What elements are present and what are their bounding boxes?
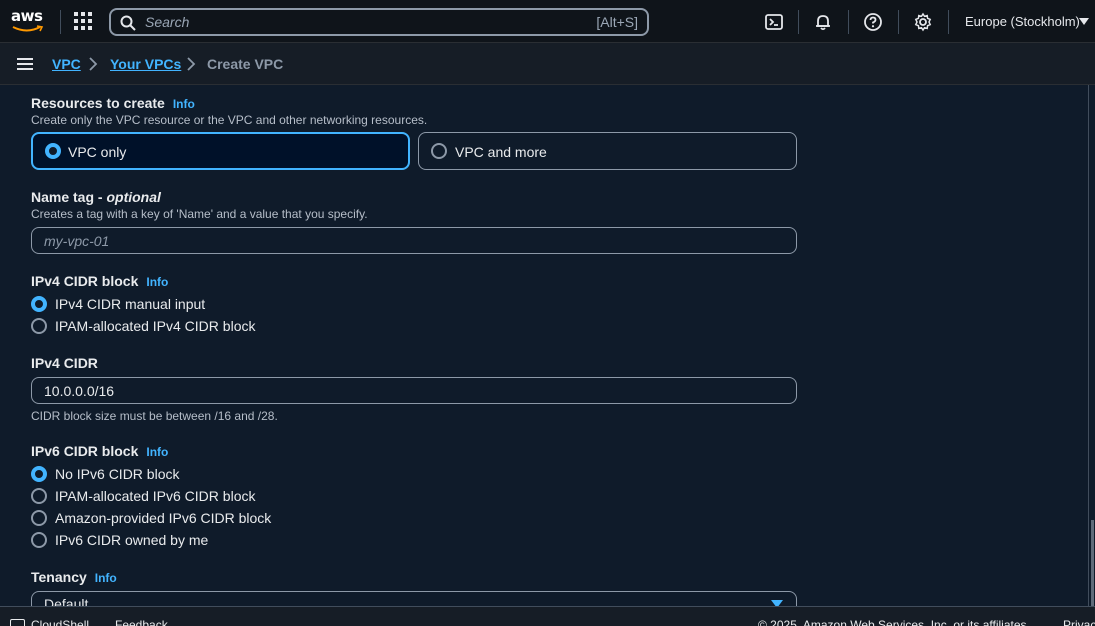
scrollbar-thumb[interactable] — [1091, 520, 1094, 606]
footer: CloudShell Feedback © 2025, Amazon Web S… — [0, 606, 1095, 626]
cloudshell-icon[interactable] — [10, 619, 25, 626]
divider — [798, 10, 799, 34]
name-tag-label: Name tag - optional — [31, 189, 161, 205]
top-navigation-bar: aws [Alt+S] Euro — [0, 0, 1095, 43]
chevron-right-icon — [187, 57, 196, 71]
tile-vpc-and-more[interactable]: VPC and more — [418, 132, 797, 170]
radio-vpc-only[interactable] — [45, 143, 61, 159]
search-box[interactable]: [Alt+S] — [109, 8, 649, 36]
tile-vpc-only[interactable]: VPC only — [31, 132, 410, 170]
breadcrumb-current: Create VPC — [207, 56, 284, 72]
name-tag-label-text: Name tag - — [31, 189, 107, 205]
divider — [948, 10, 949, 34]
ipv4-block-label: IPv4 CIDR block Info — [31, 273, 168, 289]
tenancy-info-link[interactable]: Info — [95, 571, 117, 585]
aws-logo[interactable]: aws — [11, 9, 45, 35]
breadcrumb-your-vpcs[interactable]: Your VPCs — [110, 56, 181, 72]
bell-icon[interactable] — [813, 12, 833, 32]
divider — [60, 10, 61, 34]
radio-ipv4-ipam[interactable] — [31, 318, 47, 334]
radio-ipv6-amazon[interactable] — [31, 510, 47, 526]
resources-description: Create only the VPC resource or the VPC … — [31, 113, 428, 127]
radio-ipv6-ipam[interactable] — [31, 488, 47, 504]
search-icon — [120, 15, 136, 31]
name-tag-field[interactable] — [31, 227, 797, 254]
radio-ipv4-ipam-label[interactable]: IPAM-allocated IPv4 CIDR block — [55, 318, 255, 334]
aws-smile-icon — [12, 25, 44, 32]
gear-icon[interactable] — [913, 12, 933, 32]
divider — [898, 10, 899, 34]
ipv6-block-label-text: IPv6 CIDR block — [31, 443, 139, 459]
breadcrumb-vpc[interactable]: VPC — [52, 56, 81, 72]
name-tag-input[interactable] — [44, 232, 744, 250]
radio-ipv6-amazon-label[interactable]: Amazon-provided IPv6 CIDR block — [55, 510, 271, 526]
search-shortcut: [Alt+S] — [596, 14, 638, 30]
footer-copyright: © 2025, Amazon Web Services, Inc. or its… — [758, 618, 1030, 626]
radio-no-ipv6-label[interactable]: No IPv6 CIDR block — [55, 466, 179, 482]
tenancy-label: Tenancy Info — [31, 569, 117, 585]
services-grid-icon[interactable] — [74, 12, 92, 30]
radio-ipv6-owned[interactable] — [31, 532, 47, 548]
resources-info-link[interactable]: Info — [173, 97, 195, 111]
chevron-right-icon — [89, 57, 98, 71]
tenancy-label-text: Tenancy — [31, 569, 87, 585]
aws-logo-text: aws — [11, 7, 43, 25]
ipv4-cidr-input[interactable] — [44, 382, 744, 400]
name-tag-optional: optional — [106, 189, 161, 205]
name-tag-description: Creates a tag with a key of 'Name' and a… — [31, 207, 368, 221]
scrollbar-track[interactable] — [1088, 85, 1089, 606]
footer-cloudshell[interactable]: CloudShell — [31, 618, 89, 626]
ipv4-cidr-field[interactable] — [31, 377, 797, 404]
breadcrumb-bar: VPC Your VPCs Create VPC — [0, 43, 1095, 85]
ipv4-cidr-constraint: CIDR block size must be between /16 and … — [31, 409, 278, 423]
tile-vpc-only-label: VPC only — [68, 144, 127, 160]
radio-no-ipv6[interactable] — [31, 466, 47, 482]
radio-ipv6-ipam-label[interactable]: IPAM-allocated IPv6 CIDR block — [55, 488, 255, 504]
radio-ipv4-manual-label[interactable]: IPv4 CIDR manual input — [55, 296, 205, 312]
tile-vpc-and-more-label: VPC and more — [455, 144, 547, 160]
radio-ipv4-manual[interactable] — [31, 296, 47, 312]
divider — [848, 10, 849, 34]
ipv6-block-info-link[interactable]: Info — [146, 445, 168, 459]
footer-feedback[interactable]: Feedback — [115, 618, 168, 626]
ipv6-block-label: IPv6 CIDR block Info — [31, 443, 168, 459]
caret-down-icon[interactable] — [1079, 18, 1089, 25]
ipv4-block-info-link[interactable]: Info — [146, 275, 168, 289]
radio-vpc-and-more[interactable] — [431, 143, 447, 159]
ipv4-block-label-text: IPv4 CIDR block — [31, 273, 139, 289]
ipv4-cidr-label: IPv4 CIDR — [31, 355, 98, 371]
menu-icon[interactable] — [17, 58, 33, 70]
cloudshell-icon[interactable] — [764, 12, 784, 32]
region-selector[interactable]: Europe (Stockholm) — [965, 14, 1080, 29]
help-icon[interactable] — [863, 12, 883, 32]
search-input[interactable] — [145, 13, 545, 31]
radio-ipv6-owned-label[interactable]: IPv6 CIDR owned by me — [55, 532, 208, 548]
footer-privacy[interactable]: Privacy — [1063, 618, 1095, 626]
resources-label: Resources to create Info — [31, 95, 195, 111]
resources-label-text: Resources to create — [31, 95, 165, 111]
